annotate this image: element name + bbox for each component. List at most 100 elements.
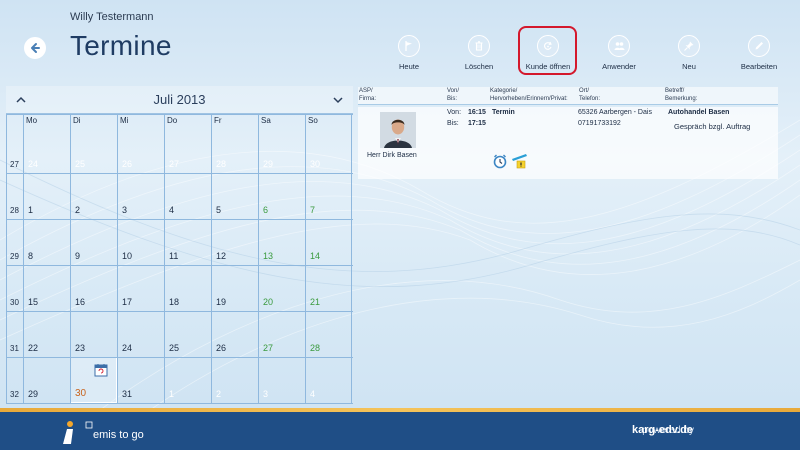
calendar-day-number: 28 (310, 343, 321, 353)
calendar-day-cell[interactable]: 3 (117, 173, 164, 219)
calendar-day-cell[interactable]: 27 (258, 311, 305, 357)
calendar-day-cell[interactable]: 19 (211, 265, 258, 311)
calendar-day-cell[interactable]: 18 (164, 265, 211, 311)
calendar-day-cell[interactable]: 14 (305, 219, 352, 265)
trash-icon (475, 41, 483, 51)
calendar-day-cell[interactable]: 9 (70, 219, 117, 265)
open-customer-button[interactable]: Kunde öffnen (518, 35, 578, 71)
calendar-day-cell[interactable]: 2 (211, 357, 258, 403)
calendar-day-cell[interactable]: 8 (23, 219, 70, 265)
weekday-label: Sa (261, 116, 271, 125)
open-customer-button-label: Kunde öffnen (525, 62, 571, 71)
edit-button[interactable]: Bearbeiten (729, 35, 789, 71)
weekday-label: Do (167, 116, 178, 125)
weekday-row: Mo Di Mi Do Fr Sa So (6, 114, 353, 127)
calendar-day-number: 23 (75, 343, 86, 353)
header-hervorheben: Hervorheben/Erinnern/Privat: (490, 95, 568, 102)
calendar-day-cell[interactable]: 20 (258, 265, 305, 311)
delete-button[interactable]: Löschen (449, 35, 509, 71)
calendar-day-cell[interactable]: 5 (211, 173, 258, 219)
calendar-day-number: 24 (28, 159, 39, 169)
week-number: 27 (10, 160, 19, 169)
calendar-day-number: 31 (122, 389, 133, 399)
person-photo-icon (380, 112, 416, 148)
calendar-day-number: 2 (75, 205, 81, 215)
calendar-day-cell[interactable]: 26 (211, 311, 258, 357)
calendar-day-cell[interactable]: 24 (23, 127, 70, 173)
pin-icon (684, 41, 694, 51)
calendar-week-row: 29 8 9 10 11 12 13 14 (6, 219, 353, 265)
calendar-day-cell[interactable]: 12 (211, 219, 258, 265)
calendar-day-number: 19 (216, 297, 227, 307)
open-customer-icon (544, 41, 552, 50)
calendar-day-number: 3 (263, 389, 269, 399)
calendar-grid: Mo Di Mi Do Fr Sa So 27 24 25 26 27 28 29 30 28 1… (6, 114, 353, 407)
appointment-row[interactable]: Herr Dirk Basen Von: 16:15 Bis: 17:15 Te… (358, 107, 778, 179)
calendar-day-cell[interactable]: 16 (70, 265, 117, 311)
calendar-day-cell[interactable]: 2 (70, 173, 117, 219)
calendar-day-cell[interactable]: 29 (258, 127, 305, 173)
calendar-day-number: 26 (216, 343, 227, 353)
calendar-day-cell[interactable]: 23 (70, 311, 117, 357)
calendar-day-cell[interactable]: 10 (117, 219, 164, 265)
calendar-day-number: 27 (263, 343, 274, 353)
today-button[interactable]: Heute (379, 35, 439, 71)
calendar-day-number: 28 (216, 159, 227, 169)
grid-line (6, 219, 353, 220)
calendar-day-cell[interactable]: 29 (23, 357, 70, 403)
calendar-day-cell[interactable]: 31 (117, 357, 164, 403)
grid-line (211, 114, 212, 403)
calendar-day-cell[interactable]: 1 (23, 173, 70, 219)
calendar-day-cell[interactable]: 27 (164, 127, 211, 173)
users-button[interactable]: Anwender (589, 35, 649, 71)
calendar-day-number: 29 (263, 159, 274, 169)
calendar-day-cell[interactable]: 25 (164, 311, 211, 357)
weekday-label: Fr (214, 116, 222, 125)
calendar-day-cell[interactable]: 28 (211, 127, 258, 173)
weekday-label: So (308, 116, 318, 125)
grid-line (258, 114, 259, 403)
header-telefon: Telefon: (579, 95, 601, 102)
calendar-day-cell[interactable]: 25 (70, 127, 117, 173)
weekday-label: Di (73, 116, 81, 125)
calendar-day-cell[interactable]: 13 (258, 219, 305, 265)
chevron-down-icon[interactable] (331, 93, 345, 107)
calendar-day-cell[interactable]: 30 (70, 357, 117, 403)
edit-button-label: Bearbeiten (740, 62, 778, 71)
grid-line (23, 114, 24, 403)
calendar-day-cell[interactable]: 4 (305, 357, 352, 403)
toolbar: Heute Löschen Kunde öffnen Anwender Neu … (0, 35, 800, 75)
appointment-list: ASP/ Firma: Von/ Bis: Kategorie/ Hervorh… (358, 87, 778, 179)
calendar-day-cell[interactable]: 11 (164, 219, 211, 265)
calendar-day-cell[interactable]: 28 (305, 311, 352, 357)
new-button[interactable]: Neu (659, 35, 719, 71)
calendar-day-number: 1 (169, 389, 175, 399)
calendar-day-number: 21 (310, 297, 321, 307)
calendar-month-label: Juli 2013 (153, 92, 206, 107)
calendar-day-cell[interactable]: 1 (164, 357, 211, 403)
calendar-day-cell[interactable]: 3 (258, 357, 305, 403)
calendar-day-number: 3 (122, 205, 128, 215)
month-calendar: Juli 2013 Mo Di Mi Do Fr Sa So 27 24 25 26 2… (6, 86, 353, 407)
grid-line (6, 311, 353, 312)
header-kategorie: Kategorie/ (490, 88, 518, 94)
calendar-day-cell[interactable]: 6 (258, 173, 305, 219)
grid-line (305, 114, 306, 403)
calendar-day-cell[interactable]: 22 (23, 311, 70, 357)
calendar-day-number: 2 (216, 389, 222, 399)
to-label: Bis: (447, 120, 459, 127)
flag-icon (405, 41, 412, 51)
calendar-day-number: 16 (75, 297, 86, 307)
calendar-day-cell[interactable]: 26 (117, 127, 164, 173)
calendar-day-cell[interactable]: 15 (23, 265, 70, 311)
calendar-day-number: 8 (28, 251, 34, 261)
calendar-day-cell[interactable]: 24 (117, 311, 164, 357)
header-bemerkung: Bemerkung: (665, 95, 698, 102)
calendar-day-cell[interactable]: 21 (305, 265, 352, 311)
calendar-day-cell[interactable]: 7 (305, 173, 352, 219)
calendar-day-cell[interactable]: 4 (164, 173, 211, 219)
calendar-day-cell[interactable]: 17 (117, 265, 164, 311)
appointment-subject: Gespräch bzgl. Auftrag (674, 122, 751, 131)
calendar-day-number: 13 (263, 251, 274, 261)
calendar-day-cell[interactable]: 30 (305, 127, 352, 173)
